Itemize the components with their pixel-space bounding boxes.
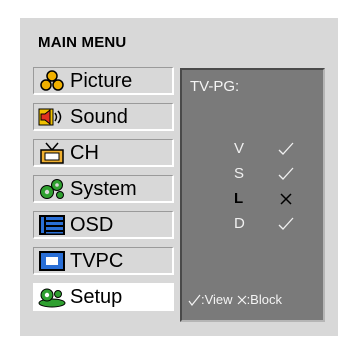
panel-title: TV-PG: — [190, 78, 240, 95]
menu-item-label: Picture — [70, 69, 133, 92]
monitor-icon — [36, 249, 68, 273]
menu-item-ch[interactable]: CH — [33, 139, 174, 167]
menu-item-label: OSD — [70, 213, 114, 236]
block-x-icon — [237, 293, 247, 307]
menu-item-osd[interactable]: OSD — [33, 211, 174, 239]
setup-icon — [36, 285, 68, 309]
menu-item-label: TVPC — [70, 249, 124, 272]
menu-item-label: Setup — [70, 285, 123, 308]
rating-letter: D — [234, 215, 245, 232]
tv-antenna-icon — [36, 141, 68, 165]
osd-screen: MAIN MENU Picture Sound CH System OSD TV… — [20, 18, 338, 336]
rating-letter: V — [234, 140, 245, 157]
menu-item-system[interactable]: System — [33, 175, 174, 203]
gears-icon — [36, 177, 68, 201]
rating-letter: L — [234, 190, 244, 207]
menu-item-sound[interactable]: Sound — [33, 103, 174, 131]
checkmark-icon — [278, 139, 294, 157]
block-x-icon — [278, 189, 294, 207]
tv-pg-rating-panel: TV-PG: V S L D:View:Block — [180, 68, 325, 322]
rating-row-v[interactable]: V — [182, 140, 323, 162]
rating-row-d[interactable]: D — [182, 215, 323, 237]
menu-item-tvpc[interactable]: TVPC — [33, 247, 174, 275]
menu-item-label: CH — [70, 141, 99, 164]
rating-row-l[interactable]: L — [182, 190, 323, 212]
legend-view-label: :View — [201, 292, 233, 307]
rating-letter: S — [234, 165, 245, 182]
rating-row-s[interactable]: S — [182, 165, 323, 187]
checkmark-icon — [278, 164, 294, 182]
checkmark-icon — [188, 293, 201, 307]
menu-item-label: Sound — [70, 105, 128, 128]
menu-item-label: System — [70, 177, 137, 200]
main-menu-title: MAIN MENU — [38, 34, 127, 51]
legend: :View :Block — [188, 292, 282, 307]
legend-block-label: :Block — [246, 292, 282, 307]
menu-item-setup[interactable]: Setup — [33, 283, 174, 311]
osd-list-icon — [36, 213, 68, 237]
speaker-icon — [36, 105, 68, 129]
picture-icon — [36, 69, 68, 93]
menu-item-picture[interactable]: Picture — [33, 67, 174, 95]
checkmark-icon — [278, 214, 294, 232]
